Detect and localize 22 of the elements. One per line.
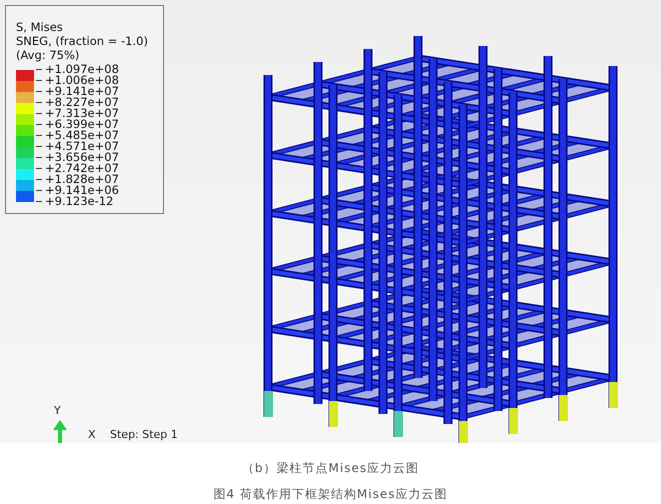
legend-value: +1.006e+08 xyxy=(45,75,119,86)
axis-label: Y xyxy=(54,403,61,419)
legend-value: +1.828e+07 xyxy=(45,174,119,185)
figure-caption: 图4 荷载作用下框架结构Mises应力云图 xyxy=(213,486,448,503)
legend-value: +9.123e-12 xyxy=(45,196,114,207)
step-label: Step: Step 1 xyxy=(110,428,178,441)
legend-title: S, Mises xyxy=(16,20,64,34)
legend-title: (Avg: 75%) xyxy=(16,48,80,62)
legend-value: +7.313e+07 xyxy=(45,108,119,119)
legend-value: +4.571e+07 xyxy=(45,141,119,152)
legend-value: +5.485e+07 xyxy=(45,130,119,141)
legend-value: +9.141e+06 xyxy=(45,185,119,196)
legend-value: +1.097e+08 xyxy=(45,64,119,75)
legend-title: SNEG, (fraction = -1.0) xyxy=(16,34,149,48)
figure-caption: （b）梁柱节点Mises应力云图 xyxy=(242,460,420,477)
legend-value: +8.227e+07 xyxy=(45,97,119,108)
legend-value: +6.399e+07 xyxy=(45,119,119,130)
legend-value: +2.742e+07 xyxy=(45,163,119,174)
legend-value: +3.656e+07 xyxy=(45,152,119,163)
axis-triad-icon xyxy=(53,420,67,443)
legend-value: +9.141e+07 xyxy=(45,86,119,97)
axis-label: X xyxy=(88,428,96,441)
